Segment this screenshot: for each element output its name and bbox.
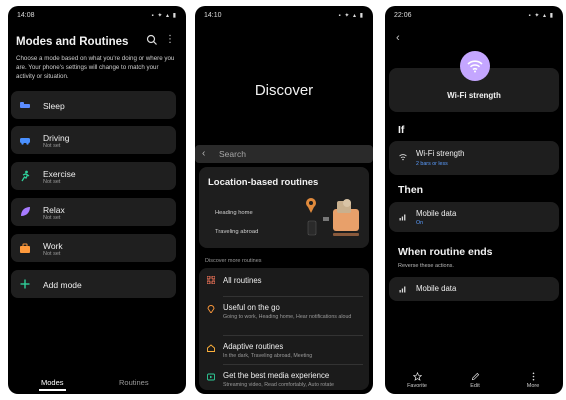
plus-icon — [20, 279, 30, 289]
section-label: Discover more routines — [205, 258, 262, 264]
mode-sleep[interactable]: Sleep — [11, 91, 176, 119]
status-time: 22:06 — [394, 11, 412, 19]
mode-label: Sleep — [43, 101, 65, 111]
location-routines-card[interactable]: Location-based routines Heading home Tra… — [199, 167, 369, 248]
briefcase-icon — [20, 243, 30, 253]
reverse-title: Mobile data — [416, 284, 457, 293]
search-bar[interactable]: ‹ Search — [195, 145, 373, 163]
status-icons: ▪ ✦ ▴ ▮ — [528, 12, 554, 19]
card-line-traveling-abroad: Traveling abroad — [215, 229, 259, 235]
divider — [223, 296, 363, 297]
item-title: Useful on the go — [223, 303, 280, 312]
status-bar: 14:10 ▪ ✦ ▴ ▮ — [195, 6, 373, 24]
grid-icon — [207, 276, 215, 284]
leaf-icon — [21, 207, 30, 216]
condition-wifi-strength[interactable]: Wi-Fi strength 2 bars or less — [389, 141, 559, 175]
search-placeholder: Search — [219, 149, 246, 159]
then-heading: Then — [398, 184, 424, 196]
reverse-mobile-data[interactable]: Mobile data — [389, 277, 559, 301]
home-icon — [207, 344, 215, 352]
mode-driving[interactable]: Driving Not set — [11, 126, 176, 154]
favorite-button[interactable]: Favorite — [397, 372, 437, 389]
sleep-icon — [20, 102, 30, 108]
item-subtitle: Streaming video, Read comfortably, Auto … — [223, 382, 334, 388]
bottom-tabs: Modes Routines — [8, 378, 186, 391]
list-item-all-routines[interactable]: All routines — [199, 268, 369, 292]
modes-screen: 14:08 ▪ ✦ ▴ ▮ Modes and Routines ⋮ Choos… — [8, 6, 186, 394]
status-time: 14:10 — [204, 11, 222, 19]
status-time: 14:08 — [17, 11, 35, 19]
location-pin-icon — [207, 305, 215, 313]
mode-label: Exercise — [43, 169, 76, 179]
status-icons: ▪ ✦ ▴ ▮ — [151, 12, 177, 19]
mode-relax[interactable]: Relax Not set — [11, 198, 176, 226]
more-label: More — [526, 383, 540, 389]
mode-label: Work — [43, 241, 63, 251]
mode-label: Driving — [43, 133, 70, 143]
search-icon[interactable] — [146, 34, 158, 46]
running-icon — [21, 170, 30, 182]
list-item-media-experience[interactable]: Get the best media experience Streaming … — [199, 367, 369, 391]
tab-modes[interactable]: Modes — [39, 378, 65, 391]
mode-work[interactable]: Work Not set — [11, 234, 176, 262]
page-title: Modes and Routines — [16, 36, 129, 48]
status-bar: 22:06 ▪ ✦ ▴ ▮ — [385, 6, 563, 24]
mode-label: Relax — [43, 205, 65, 215]
condition-value: 2 bars or less — [416, 161, 448, 167]
mode-exercise[interactable]: Exercise Not set — [11, 162, 176, 190]
routine-name: Wi-Fi strength — [447, 91, 501, 100]
signal-icon — [399, 286, 406, 293]
mode-status: Not set — [43, 143, 61, 149]
ends-heading: When routine ends — [398, 246, 493, 258]
item-title: Adaptive routines — [223, 342, 284, 351]
page-description: Choose a mode based on what you're doing… — [16, 55, 175, 80]
card-title: Location-based routines — [208, 177, 319, 188]
add-mode-button[interactable]: Add mode — [11, 270, 176, 298]
favorite-label: Favorite — [407, 383, 427, 389]
if-heading: If — [398, 124, 405, 136]
star-icon — [412, 372, 422, 381]
wifi-icon — [460, 51, 490, 81]
car-icon — [20, 138, 30, 145]
signal-icon — [399, 214, 406, 221]
condition-title: Wi-Fi strength — [416, 149, 465, 158]
more-options-icon — [532, 372, 534, 381]
travel-illustration-icon — [306, 198, 359, 236]
page-title: Discover — [254, 82, 314, 99]
item-title: All routines — [223, 276, 262, 285]
status-bar: 14:08 ▪ ✦ ▴ ▮ — [8, 6, 186, 24]
back-arrow-icon[interactable]: ‹ — [396, 32, 400, 44]
item-subtitle: Going to work, Heading home, Hear notifi… — [223, 314, 352, 320]
media-icon — [207, 373, 215, 381]
item-subtitle: In the dark, Traveling abroad, Meeting — [223, 353, 313, 359]
back-arrow-icon[interactable]: ‹ — [202, 148, 205, 159]
action-title: Mobile data — [416, 209, 457, 218]
wifi-small-icon — [399, 154, 407, 161]
mode-label: Add mode — [43, 280, 82, 290]
more-options-icon[interactable]: ⋮ — [165, 34, 175, 45]
item-title: Get the best media experience — [223, 371, 330, 380]
divider — [223, 364, 363, 365]
action-mobile-data[interactable]: Mobile data On — [389, 202, 559, 232]
bottom-action-bar: Favorite Edit More — [385, 372, 563, 394]
list-item-adaptive-routines[interactable]: Adaptive routines In the dark, Traveling… — [199, 338, 369, 362]
routine-detail-screen: 22:06 ▪ ✦ ▴ ▮ ‹ Wi-Fi strength If Wi-Fi … — [385, 6, 563, 394]
status-icons: ▪ ✦ ▴ ▮ — [338, 12, 364, 19]
action-value: On — [416, 220, 424, 226]
mode-status: Not set — [43, 251, 61, 257]
ends-note: Reverse these actions. — [398, 263, 454, 269]
list-item-useful-on-the-go[interactable]: Useful on the go Going to work, Heading … — [199, 299, 369, 333]
tab-routines[interactable]: Routines — [119, 378, 149, 387]
card-line-heading-home: Heading home — [215, 210, 253, 216]
divider — [223, 335, 363, 336]
more-button[interactable]: More — [513, 372, 553, 389]
edit-label: Edit — [470, 383, 480, 389]
edit-button[interactable]: Edit — [455, 372, 495, 389]
discover-screen: 14:10 ▪ ✦ ▴ ▮ Discover ‹ Search Location… — [195, 6, 373, 394]
mode-status: Not set — [43, 215, 61, 221]
discover-list: All routines Useful on the go Going to w… — [199, 268, 369, 390]
mode-status: Not set — [43, 179, 61, 185]
pencil-icon — [471, 372, 479, 381]
